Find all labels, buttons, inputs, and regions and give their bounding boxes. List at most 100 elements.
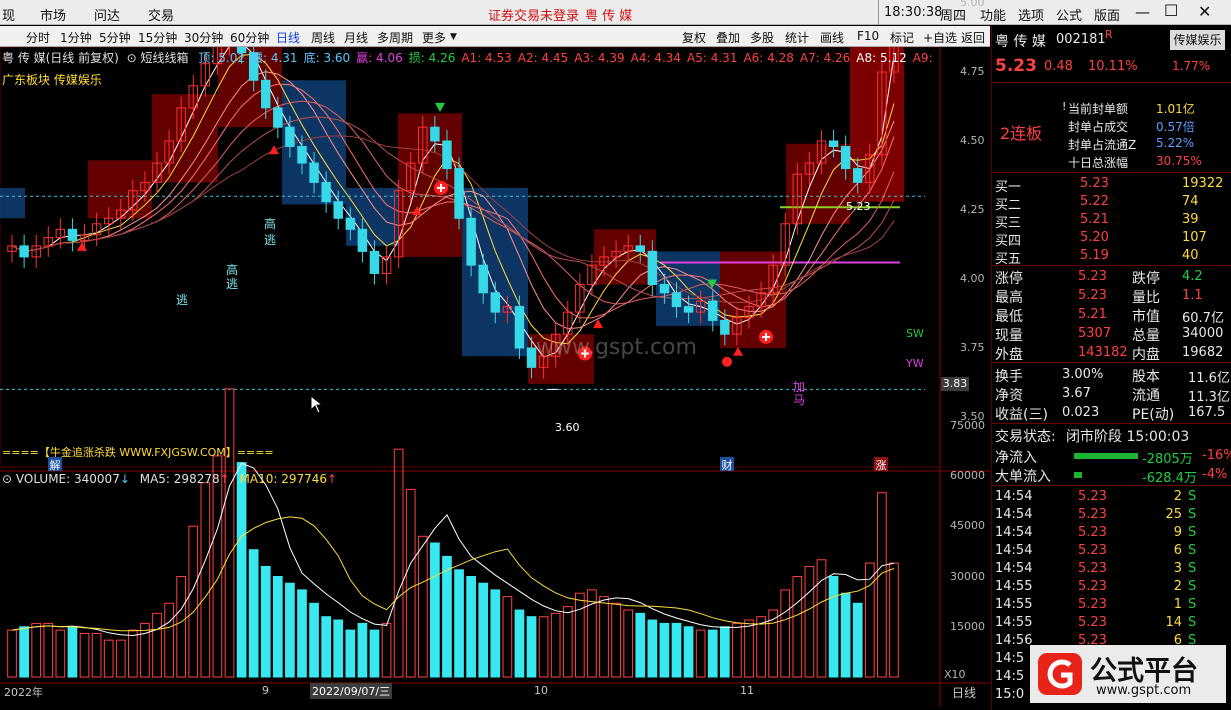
- volume-header: ⊙ VOLUME: 340007↓ MA5: 298278↑ MA10: 297…: [2, 472, 337, 486]
- divider: [992, 172, 1231, 173]
- trade-state: 闭市阶段 15:00:03: [1066, 429, 1190, 445]
- tool-overlay-button[interactable]: 叠加: [716, 29, 740, 46]
- volume-bar: [864, 562, 875, 678]
- tab-period-daily[interactable]: 日线: [276, 29, 300, 46]
- chevron-down-icon[interactable]: ▼: [450, 32, 457, 42]
- quote-code-flag: R: [1105, 28, 1113, 41]
- quote-stock-code: 002181: [1056, 32, 1106, 47]
- param-key: 腰: [250, 51, 263, 65]
- divider: [992, 265, 1231, 266]
- tool-f10-button[interactable]: F10: [857, 29, 879, 43]
- candle-body: [19, 245, 29, 258]
- menu-item-formula[interactable]: 公式: [1056, 5, 1082, 24]
- tab-period-monthly[interactable]: 月线: [344, 29, 368, 46]
- menu-item-wenda[interactable]: 问达: [94, 5, 120, 24]
- stat-value: 1.1: [1182, 288, 1203, 303]
- price-tick: 3.75: [960, 341, 985, 354]
- volume-bar: [804, 565, 815, 678]
- volume-bar: [647, 619, 658, 678]
- tool-draw-button[interactable]: 画线: [820, 29, 844, 46]
- volume-bar: [67, 626, 78, 678]
- login-notice[interactable]: 证券交易未登录: [488, 5, 579, 24]
- menu-item-market[interactable]: 市场: [40, 5, 66, 24]
- close-icon[interactable]: ✕: [1198, 2, 1211, 21]
- volume-bar: [345, 629, 356, 678]
- tab-period-30min[interactable]: 30分钟: [184, 29, 223, 46]
- divider: [878, 0, 879, 25]
- bid-price: 5.23: [1080, 176, 1109, 191]
- indicator-param: A7: 4.26: [800, 51, 850, 65]
- volume-bar: [321, 616, 331, 678]
- stat-key: 现量: [995, 328, 1023, 344]
- kline-chart-panel[interactable]: 粤 传 媒(日线 前复权) ⊙ 短线线箱 顶: 5.02 腰: 4.31 底: 3.…: [0, 0, 990, 707]
- tool-fuquan-button[interactable]: 复权: [682, 29, 706, 46]
- tick-time: 14:5: [995, 651, 1025, 666]
- volume-value: 340007: [74, 472, 120, 486]
- bid-level-label: 买二: [995, 198, 1022, 213]
- minimize-icon[interactable]: —: [1135, 3, 1150, 21]
- tick-side: S: [1188, 507, 1197, 522]
- candlestick-chart[interactable]: [0, 47, 990, 707]
- event-mark-limit-up[interactable]: 涨: [874, 457, 888, 472]
- volume-bar: [599, 596, 609, 678]
- tab-period-weekly[interactable]: 周线: [311, 29, 335, 46]
- stat-value: 19682: [1182, 345, 1224, 360]
- param-value: 4.28: [767, 51, 794, 65]
- yw-label: YW: [906, 357, 924, 370]
- param-sep: :: [590, 51, 598, 65]
- tab-period-15min[interactable]: 15分钟: [138, 29, 177, 46]
- tab-multi-period[interactable]: 多周期: [377, 29, 413, 46]
- volume-settings-icon[interactable]: ⊙: [2, 472, 12, 486]
- tab-period-1min[interactable]: 1分钟: [60, 29, 92, 46]
- tab-period-fenshi[interactable]: 分时: [26, 29, 50, 46]
- flow-value: -2805万: [1142, 452, 1193, 467]
- candle-body: [442, 140, 452, 170]
- tool-multistock-button[interactable]: 多股: [750, 29, 774, 46]
- stat-value: 5.23: [1078, 269, 1107, 284]
- stat-key: 收益(三): [995, 407, 1048, 423]
- annotation-high: 高: [264, 217, 277, 231]
- tick-volume: 6: [1173, 543, 1182, 558]
- indicator-param: A6: 4.28: [743, 51, 793, 65]
- bid-volume: 107: [1182, 230, 1207, 245]
- tab-period-60min[interactable]: 60分钟: [230, 29, 269, 46]
- tool-mark-button[interactable]: 标记: [890, 29, 914, 46]
- volume-bar: [260, 565, 271, 678]
- volume-bar: [91, 632, 102, 678]
- event-mark-unlock[interactable]: 解: [48, 457, 62, 472]
- event-mark-finance[interactable]: 财: [720, 457, 734, 472]
- volume-bar: [152, 612, 162, 678]
- tick-volume: 3: [1173, 561, 1182, 576]
- volume-ma-line: [11, 516, 895, 632]
- volume-bar: [877, 492, 887, 678]
- menu-item-layout[interactable]: 版面: [1094, 5, 1120, 24]
- volume-tick: 30000: [950, 569, 985, 583]
- menu-item-trade[interactable]: 交易: [148, 5, 174, 24]
- bid-level-label: 买一: [995, 180, 1022, 195]
- indicator-settings-icon[interactable]: ⊙: [127, 51, 137, 65]
- stat-key: 涨停: [995, 271, 1023, 287]
- tool-add-favorite-button[interactable]: +自选: [923, 29, 957, 46]
- sector-tag-button[interactable]: 传媒娱乐: [1170, 30, 1225, 50]
- param-key: A5: [687, 51, 703, 65]
- tool-back-button[interactable]: 返回: [961, 29, 985, 46]
- period-tag[interactable]: 日线: [952, 684, 976, 701]
- sw-label: SW: [906, 327, 924, 340]
- menu-item-xian[interactable]: 现: [2, 5, 15, 24]
- tab-period-5min[interactable]: 5分钟: [99, 29, 131, 46]
- indicator-param: 底: 3.60: [304, 51, 351, 65]
- candle-body: [671, 292, 682, 308]
- tab-more[interactable]: 更多: [422, 29, 446, 46]
- tick-price: 5.23: [1078, 543, 1107, 558]
- sector-line[interactable]: 广东板块 传媒娱乐: [2, 71, 102, 88]
- menu-item-options[interactable]: 选项: [1018, 5, 1044, 24]
- quote-pct: 10.11%: [1088, 59, 1138, 74]
- param-sep: :: [815, 51, 824, 65]
- tool-stats-button[interactable]: 统计: [785, 29, 809, 46]
- param-key: A3: [574, 51, 591, 65]
- volume-ma-line: [11, 462, 895, 637]
- maximize-icon[interactable]: ☐: [1164, 1, 1178, 20]
- volume-bar: [369, 629, 380, 678]
- volume-bar: [393, 448, 404, 678]
- bid-price: 5.20: [1080, 230, 1109, 245]
